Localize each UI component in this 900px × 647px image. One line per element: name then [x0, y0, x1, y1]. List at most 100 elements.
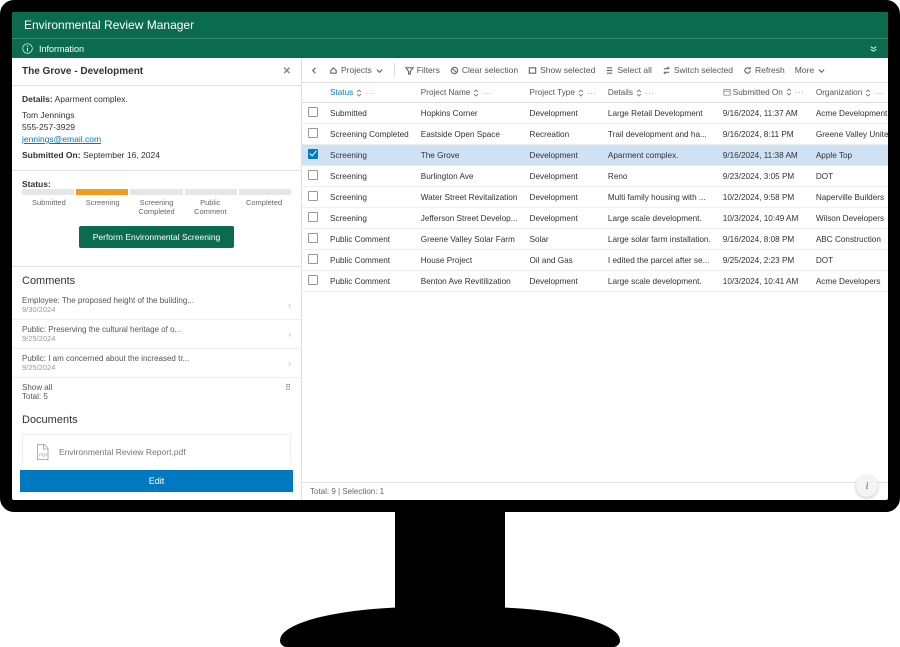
cell-type: Recreation: [524, 124, 602, 145]
pdf-icon: PDF: [33, 443, 51, 461]
comment-text: Employee: The proposed height of the bui…: [22, 296, 194, 305]
table-row[interactable]: ScreeningJefferson Street Develop...Deve…: [302, 208, 888, 229]
table-row[interactable]: Public CommentGreene Valley Solar FarmSo…: [302, 229, 888, 250]
info-fab[interactable]: i: [856, 475, 878, 497]
cell-details: Reno: [602, 166, 717, 187]
comments-title: Comments: [12, 267, 301, 291]
table-row[interactable]: Public CommentBenton Ave RevitilizationD…: [302, 271, 888, 292]
document-row[interactable]: PDF Environmental Review Report.pdf: [22, 434, 291, 462]
cell-details: Large scale development.: [602, 208, 717, 229]
collapse-icon[interactable]: [869, 44, 878, 53]
cell-type: Solar: [524, 229, 602, 250]
cell-org: Wilson Developers: [810, 208, 888, 229]
switch-selected-button[interactable]: Switch selected: [662, 65, 733, 75]
select-all-button[interactable]: Select all: [605, 65, 652, 75]
cell-details: I edited the parcel after se...: [602, 250, 717, 271]
infobar[interactable]: Information: [12, 38, 888, 58]
cell-submitted: 10/2/2024, 9:58 PM: [717, 187, 810, 208]
show-selected-button[interactable]: Show selected: [528, 65, 595, 75]
filters-button[interactable]: Filters: [405, 65, 440, 75]
contact-name: Tom Jennings: [22, 110, 291, 120]
status-label: Status:: [22, 179, 51, 189]
cell-name: The Grove: [415, 145, 524, 166]
cell-submitted: 9/16/2024, 11:38 AM: [717, 145, 810, 166]
row-checkbox[interactable]: [308, 170, 318, 180]
cell-status: Screening: [324, 166, 415, 187]
cell-details: Large scale development.: [602, 271, 717, 292]
app-title: Environmental Review Manager: [12, 12, 888, 38]
cell-details: Multi family housing with ...: [602, 187, 717, 208]
row-checkbox[interactable]: [308, 275, 318, 285]
table-row[interactable]: Screening CompletedEastside Open SpaceRe…: [302, 124, 888, 145]
table-row[interactable]: ScreeningWater Street RevitalizationDeve…: [302, 187, 888, 208]
cell-name: House Project: [415, 250, 524, 271]
row-checkbox[interactable]: [308, 128, 318, 138]
cell-submitted: 9/16/2024, 11:37 AM: [717, 103, 810, 124]
row-checkbox[interactable]: [308, 107, 318, 117]
column-header[interactable]: Project Type ···: [524, 83, 602, 103]
cell-name: Greene Valley Solar Farm: [415, 229, 524, 250]
infobar-label: Information: [39, 44, 84, 54]
edit-button[interactable]: Edit: [20, 470, 293, 492]
collapse-panel-icon[interactable]: [310, 66, 319, 75]
cell-status: Screening: [324, 187, 415, 208]
cell-org: ABC Construction: [810, 229, 888, 250]
chevron-right-icon: ›: [288, 358, 291, 368]
cell-org: Greene Valley United: [810, 124, 888, 145]
comment-date: 9/25/2024: [22, 334, 181, 343]
status-progress: [22, 189, 291, 195]
row-checkbox[interactable]: [308, 212, 318, 222]
column-header[interactable]: Project Name ···: [415, 83, 524, 103]
row-checkbox[interactable]: [308, 254, 318, 264]
document-name: Environmental Review Report.pdf: [59, 447, 186, 457]
comment-row[interactable]: Public: Preserving the cultural heritage…: [12, 320, 301, 349]
perform-screening-button[interactable]: Perform Environmental Screening: [79, 226, 235, 248]
cell-org: DOT: [810, 166, 888, 187]
comment-row[interactable]: Employee: The proposed height of the bui…: [12, 291, 301, 320]
row-checkbox[interactable]: [308, 149, 318, 159]
info-icon: [22, 43, 33, 54]
table-row[interactable]: Public CommentHouse ProjectOil and GasI …: [302, 250, 888, 271]
row-checkbox[interactable]: [308, 233, 318, 243]
panel-close-icon[interactable]: ✕: [283, 66, 291, 77]
chevron-right-icon: ›: [288, 300, 291, 310]
table-row[interactable]: ScreeningThe GroveDevelopmentAparment co…: [302, 145, 888, 166]
contact-phone: 555-257-3929: [22, 122, 291, 132]
expand-icon[interactable]: ⠿: [285, 383, 291, 401]
table-row[interactable]: SubmittedHopkins CornerDevelopmentLarge …: [302, 103, 888, 124]
more-dropdown[interactable]: More: [795, 65, 826, 75]
projects-grid[interactable]: Status ···Project Name ···Project Type ·…: [302, 83, 888, 482]
details-value: Aparment complex.: [55, 94, 128, 104]
cell-name: Benton Ave Revitilization: [415, 271, 524, 292]
refresh-button[interactable]: Refresh: [743, 65, 785, 75]
projects-dropdown[interactable]: Projects: [329, 65, 384, 75]
table-row[interactable]: ScreeningBurlington AveDevelopmentReno9/…: [302, 166, 888, 187]
submitted-on-label: Submitted On:: [22, 150, 81, 160]
cell-details: Aparment complex.: [602, 145, 717, 166]
submitted-on-value: September 16, 2024: [83, 150, 160, 160]
cell-details: Large solar farm installation.: [602, 229, 717, 250]
column-header[interactable]: Organization ···: [810, 83, 888, 103]
status-steps: Submitted Screening Screening Completed …: [22, 198, 291, 216]
column-header[interactable]: Status ···: [324, 83, 415, 103]
cell-submitted: 9/23/2024, 3:05 PM: [717, 166, 810, 187]
cell-name: Water Street Revitalization: [415, 187, 524, 208]
column-header[interactable]: Submitted On ···: [717, 83, 810, 103]
cell-submitted: 10/3/2024, 10:49 AM: [717, 208, 810, 229]
svg-text:PDF: PDF: [39, 453, 48, 458]
show-all-link[interactable]: Show all: [22, 383, 52, 392]
cell-status: Public Comment: [324, 229, 415, 250]
contact-email[interactable]: jennings@email.com: [22, 134, 101, 144]
cell-status: Screening Completed: [324, 124, 415, 145]
cell-details: Large Retail Development: [602, 103, 717, 124]
column-header[interactable]: Details ···: [602, 83, 717, 103]
cell-status: Public Comment: [324, 271, 415, 292]
row-checkbox[interactable]: [308, 191, 318, 201]
clear-selection-button[interactable]: Clear selection: [450, 65, 518, 75]
grid-footer: Total: 9 | Selection: 1: [302, 482, 888, 500]
cell-name: Burlington Ave: [415, 166, 524, 187]
cell-type: Development: [524, 271, 602, 292]
comment-text: Public: Preserving the cultural heritage…: [22, 325, 181, 334]
comment-row[interactable]: Public: I am concerned about the increas…: [12, 349, 301, 378]
comment-date: 9/30/2024: [22, 305, 194, 314]
